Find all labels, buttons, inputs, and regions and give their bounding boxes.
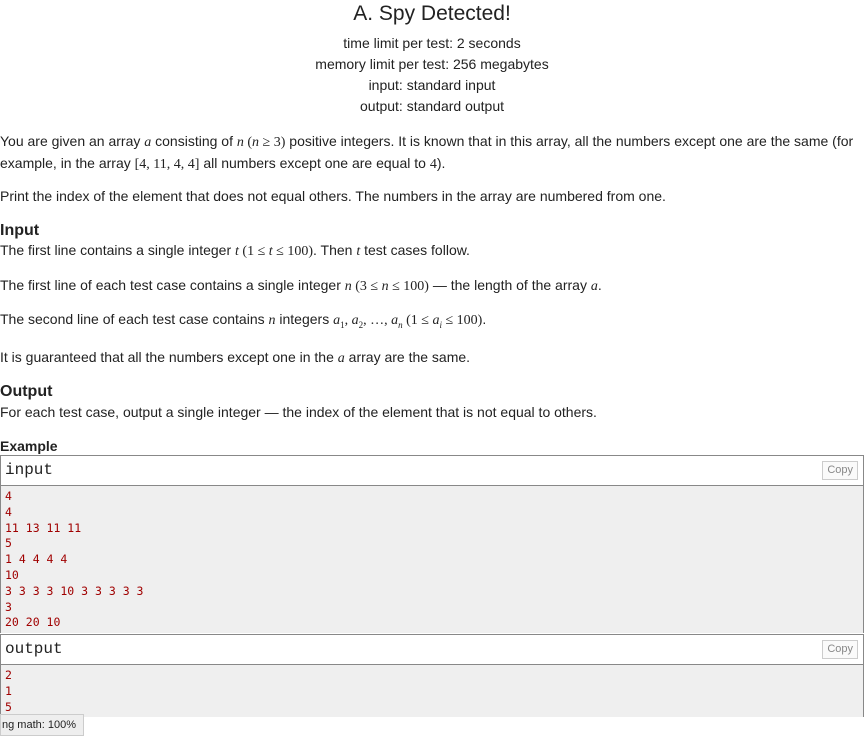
- io-line: 10: [5, 567, 19, 582]
- statement-paragraph-1: You are given an array a consisting of n…: [0, 133, 854, 172]
- math-n-range: n (3 ≤ n ≤ 100): [344, 279, 429, 294]
- math-sequence: a1, a2, …, an (1 ≤ ai ≤ 100): [333, 313, 483, 330]
- example-output-content: 215: [1, 665, 863, 718]
- io-line: 4: [5, 489, 12, 503]
- io-line: 5: [5, 536, 12, 551]
- statement-paragraph-2: Print the index of the element that does…: [0, 188, 666, 204]
- example-output-box: output Copy 215: [0, 634, 864, 718]
- copy-output-button[interactable]: Copy: [822, 640, 858, 659]
- io-line: 1: [5, 683, 12, 698]
- math-n-constraint: n (n ≥ 3): [236, 135, 286, 150]
- input-line-3: The second line of each test case contai…: [0, 311, 487, 330]
- input-file: input: standard input: [368, 77, 496, 93]
- io-line: 3: [5, 599, 12, 614]
- math-t-constraint: t (1 ≤ t ≤ 100): [235, 244, 314, 259]
- io-line: 11 13 11 11: [5, 520, 82, 535]
- example-output-label: output: [5, 640, 63, 658]
- io-line: 1 4 4 4 4: [5, 552, 68, 567]
- io-line: 4: [5, 504, 12, 519]
- example-title: Example: [0, 438, 58, 454]
- input-line-2: The first line of each test case contain…: [0, 277, 602, 294]
- mathjax-zoom-badge: ng math: 100%: [0, 714, 84, 736]
- time-limit: time limit per test: 2 seconds: [343, 35, 521, 51]
- io-line: 5: [5, 699, 12, 714]
- memory-limit: memory limit per test: 256 megabytes: [315, 56, 549, 72]
- output-section-title: Output: [0, 383, 53, 400]
- math-example-array: [4, 11, 4, 4]: [134, 157, 200, 172]
- output-description: For each test case, output a single inte…: [0, 404, 597, 420]
- io-line: 20 20 10: [5, 615, 61, 630]
- input-section-title: Input: [0, 222, 40, 239]
- io-line: 3 3 3 3 10 3 3 3 3 3: [5, 583, 144, 598]
- math-four: 4: [429, 157, 437, 172]
- copy-input-button[interactable]: Copy: [822, 461, 858, 480]
- example-input-content: 4 4 11 13 11 11 5 1 4 4 4 4 10 3 3 3 3 10 3 3 …: [1, 486, 863, 634]
- input-line-1: The first line contains a single integer…: [0, 242, 470, 259]
- io-line: 2: [5, 668, 12, 682]
- input-line-4: It is guaranteed that all the numbers ex…: [0, 349, 471, 366]
- problem-header: A. Spy Detected! time limit per test: 2 …: [0, 0, 864, 117]
- example-input-box: input Copy 4 4 11 13 11 11 5 1 4 4 4 4 10 3 3 …: [0, 455, 864, 634]
- example-input-label: input: [5, 461, 54, 479]
- problem-title: A. Spy Detected!: [353, 2, 511, 25]
- output-file: output: standard output: [360, 98, 504, 114]
